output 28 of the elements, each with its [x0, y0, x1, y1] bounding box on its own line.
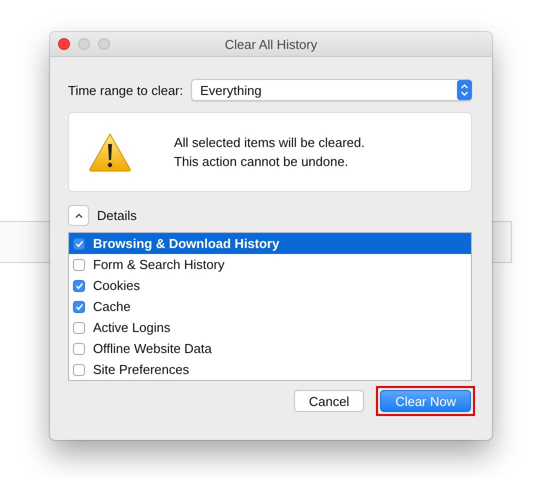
history-item[interactable]: Site Preferences	[69, 359, 471, 380]
history-item[interactable]: Offline Website Data	[69, 338, 471, 359]
time-range-label: Time range to clear:	[68, 82, 184, 98]
checkbox[interactable]	[73, 342, 85, 354]
minimize-button[interactable]	[78, 38, 90, 50]
checkbox[interactable]	[73, 322, 85, 334]
history-item[interactable]: Form & Search History	[69, 254, 471, 275]
zoom-button[interactable]	[98, 38, 110, 50]
history-item[interactable]: Browsing & Download History	[69, 233, 471, 254]
stepper-icon	[457, 80, 472, 100]
history-item[interactable]: Active Logins	[69, 317, 471, 338]
checkbox[interactable]	[73, 258, 85, 270]
checkbox[interactable]	[73, 364, 85, 376]
history-item[interactable]: Cookies	[69, 275, 471, 296]
time-range-dropdown[interactable]: Everything	[191, 79, 472, 101]
chevron-icon	[74, 213, 82, 218]
checkbox[interactable]	[73, 300, 85, 312]
warning-icon	[88, 132, 132, 172]
warning-text: All selected items will be cleared.	[174, 135, 365, 150]
checkbox[interactable]	[73, 238, 85, 250]
close-button[interactable]	[58, 38, 70, 50]
warning-text: This action cannot be undone.	[174, 154, 350, 169]
cancel-button[interactable]: Cancel	[294, 390, 364, 412]
details-toggle[interactable]	[68, 205, 89, 226]
checkbox[interactable]	[73, 280, 85, 292]
history-item[interactable]: Cache	[69, 296, 471, 317]
details-label: Details	[97, 208, 137, 223]
window-title: Clear All History	[224, 36, 318, 52]
